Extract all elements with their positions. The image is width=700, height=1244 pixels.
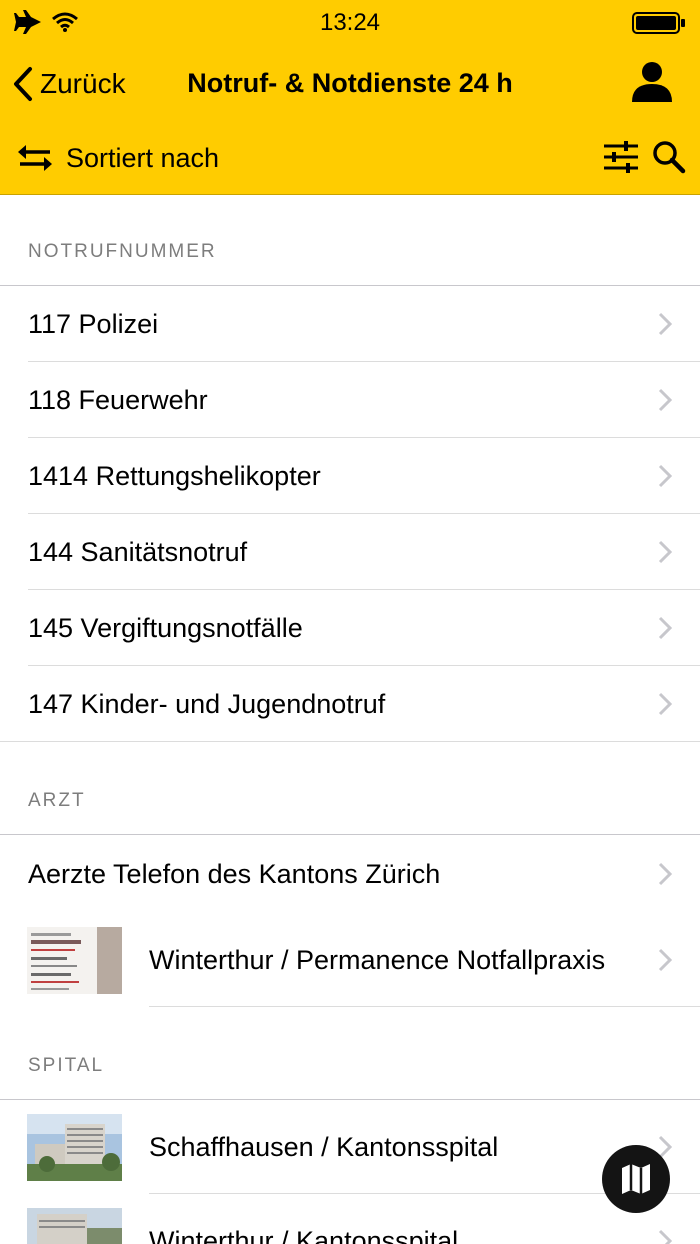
list-item-label: 147 Kinder- und Jugendnotruf	[28, 689, 386, 719]
section-title: NOTRUFNUMMER	[28, 241, 217, 262]
chevron-right-icon	[658, 312, 672, 336]
filter-button[interactable]	[602, 138, 640, 176]
profile-button[interactable]	[630, 60, 674, 104]
section-title: ARZT	[28, 790, 86, 811]
map-button[interactable]	[602, 1145, 670, 1213]
list-item-label: Schaffhausen / Kantonsspital	[149, 1132, 499, 1162]
search-button[interactable]	[650, 138, 688, 176]
content-list[interactable]: NOTRUFNUMMER 117 Polizei 118 Feuerwehr 1…	[0, 195, 700, 1244]
chevron-right-icon	[658, 1229, 672, 1244]
list-item[interactable]: 145 Vergiftungsnotfälle	[0, 590, 700, 666]
thumbnail-image	[27, 1114, 122, 1181]
list-item-label: 117 Polizei	[28, 309, 159, 339]
list-item[interactable]: Winterthur / Kantonsspital	[0, 1194, 700, 1244]
list-item-label: 144 Sanitätsnotruf	[28, 537, 248, 567]
search-icon	[653, 141, 686, 174]
status-time: 13:24	[319, 9, 381, 36]
list-item-label: Aerzte Telefon des Kantons Zürich	[28, 859, 441, 889]
list-item[interactable]: 117 Polizei	[0, 286, 700, 362]
user-icon	[632, 62, 672, 102]
sliders-icon	[604, 141, 638, 173]
section-title: SPITAL	[28, 1055, 105, 1076]
chevron-right-icon	[658, 616, 672, 640]
list-item[interactable]: 147 Kinder- und Jugendnotruf	[0, 666, 700, 742]
app-header: 13:24 Zurück Notruf- & Notdienste 24 h S…	[0, 0, 700, 195]
list-item-label: 118 Feuerwehr	[28, 385, 208, 415]
list-item[interactable]: 144 Sanitätsnotruf	[0, 514, 700, 590]
thumbnail-image	[27, 1208, 122, 1244]
list-item[interactable]: Schaffhausen / Kantonsspital	[0, 1100, 700, 1194]
chevron-right-icon	[658, 388, 672, 412]
status-right	[632, 11, 686, 40]
list-item-label: 145 Vergiftungsnotfälle	[28, 613, 303, 643]
navigation-bar: Zurück Notruf- & Notdienste 24 h	[0, 46, 700, 122]
chevron-right-icon	[658, 692, 672, 716]
list-item-label: Winterthur / Kantonsspital	[149, 1226, 459, 1244]
sort-bar: Sortiert nach	[0, 122, 700, 194]
page-title: Notruf- & Notdienste 24 h	[187, 68, 513, 98]
chevron-right-icon	[658, 948, 672, 972]
section-header-arzt: ARZT	[0, 742, 700, 834]
swap-arrows-icon	[18, 145, 52, 171]
section-header-spital: SPITAL	[0, 1007, 700, 1099]
list-item[interactable]: 118 Feuerwehr	[0, 362, 700, 438]
list-item[interactable]: 1414 Rettungshelikopter	[0, 438, 700, 514]
map-icon	[622, 1164, 650, 1194]
section-header-notruf: NOTRUFNUMMER	[0, 195, 700, 285]
sort-button[interactable]: Sortiert nach	[16, 138, 219, 178]
list-item-label: 1414 Rettungshelikopter	[28, 461, 321, 491]
sort-label: Sortiert nach	[66, 142, 220, 173]
chevron-right-icon	[658, 464, 672, 488]
battery-icon	[632, 12, 685, 34]
list-item-label: Winterthur / Permanence Notfallpraxis	[149, 945, 606, 975]
list-item[interactable]: Winterthur / Permanence Notfallpraxis	[0, 913, 700, 1007]
status-bar: 13:24	[0, 0, 700, 46]
thumbnail-image	[27, 927, 122, 994]
chevron-right-icon	[658, 862, 672, 886]
list-item[interactable]: Aerzte Telefon des Kantons Zürich	[0, 835, 700, 913]
chevron-right-icon	[658, 540, 672, 564]
